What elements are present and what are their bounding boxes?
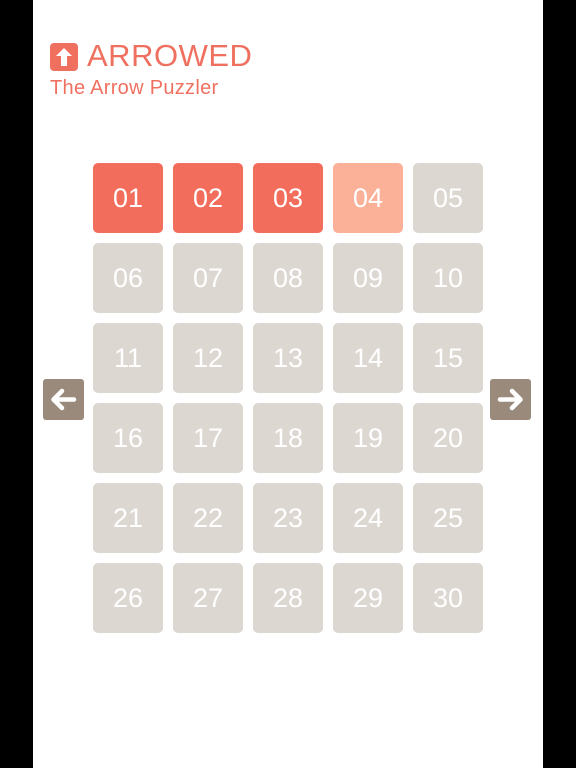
arrow-left-icon bbox=[51, 388, 77, 411]
level-tile-07[interactable]: 07 bbox=[173, 243, 243, 313]
level-select-screen: ARROWED The Arrow Puzzler 01 02 03 04 05 06 07… bbox=[33, 0, 543, 768]
level-tile-04[interactable]: 04 bbox=[333, 163, 403, 233]
level-tile-11[interactable]: 11 bbox=[93, 323, 163, 393]
level-grid: 01 02 03 04 05 06 07 08 09 10 11 12 13 14 15 16 17 18 19 20… bbox=[93, 163, 483, 633]
level-tile-10[interactable]: 10 bbox=[413, 243, 483, 313]
app-subtitle: The Arrow Puzzler bbox=[50, 77, 219, 99]
previous-page-button[interactable] bbox=[43, 379, 84, 420]
level-tile-23[interactable]: 23 bbox=[253, 483, 323, 553]
up-arrow-icon bbox=[50, 43, 78, 71]
level-tile-19[interactable]: 19 bbox=[333, 403, 403, 473]
level-tile-06[interactable]: 06 bbox=[93, 243, 163, 313]
next-page-button[interactable] bbox=[490, 379, 531, 420]
level-tile-16[interactable]: 16 bbox=[93, 403, 163, 473]
level-tile-15[interactable]: 15 bbox=[413, 323, 483, 393]
level-tile-20[interactable]: 20 bbox=[413, 403, 483, 473]
level-tile-03[interactable]: 03 bbox=[253, 163, 323, 233]
level-tile-12[interactable]: 12 bbox=[173, 323, 243, 393]
level-tile-28[interactable]: 28 bbox=[253, 563, 323, 633]
app-title: ARROWED bbox=[87, 38, 253, 73]
level-tile-13[interactable]: 13 bbox=[253, 323, 323, 393]
level-tile-30[interactable]: 30 bbox=[413, 563, 483, 633]
level-tile-14[interactable]: 14 bbox=[333, 323, 403, 393]
level-tile-18[interactable]: 18 bbox=[253, 403, 323, 473]
level-tile-27[interactable]: 27 bbox=[173, 563, 243, 633]
level-tile-17[interactable]: 17 bbox=[173, 403, 243, 473]
level-tile-29[interactable]: 29 bbox=[333, 563, 403, 633]
arrow-right-icon bbox=[497, 388, 523, 411]
level-tile-01[interactable]: 01 bbox=[93, 163, 163, 233]
level-tile-08[interactable]: 08 bbox=[253, 243, 323, 313]
level-tile-21[interactable]: 21 bbox=[93, 483, 163, 553]
level-tile-09[interactable]: 09 bbox=[333, 243, 403, 313]
level-tile-22[interactable]: 22 bbox=[173, 483, 243, 553]
level-tile-05[interactable]: 05 bbox=[413, 163, 483, 233]
level-tile-26[interactable]: 26 bbox=[93, 563, 163, 633]
level-tile-24[interactable]: 24 bbox=[333, 483, 403, 553]
level-tile-25[interactable]: 25 bbox=[413, 483, 483, 553]
level-tile-02[interactable]: 02 bbox=[173, 163, 243, 233]
